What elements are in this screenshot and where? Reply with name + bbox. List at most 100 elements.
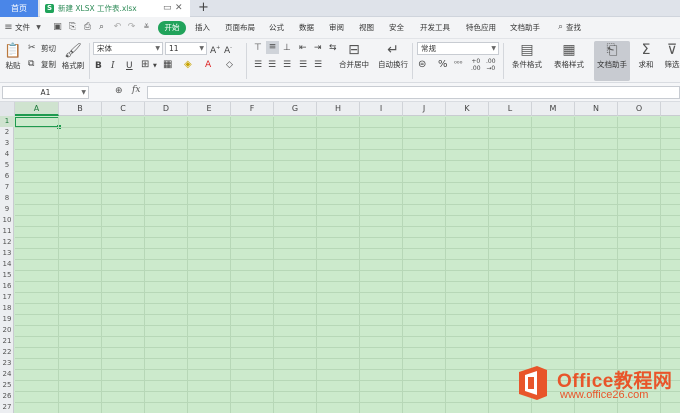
row-header-20[interactable]: 20: [0, 325, 14, 336]
percent-icon[interactable]: %: [438, 59, 448, 71]
borders-icon[interactable]: ⊞: [141, 59, 149, 71]
customize-quickbar-icon[interactable]: ≚: [141, 22, 152, 33]
increase-font-icon[interactable]: A+: [210, 42, 220, 57]
wrap-text-button[interactable]: ↵ 自动换行: [376, 41, 410, 70]
font-size-select[interactable]: 11 ▼: [165, 42, 207, 55]
search-label[interactable]: 查找: [566, 17, 581, 39]
menu-tab-doc-assistant[interactable]: 文档助手: [510, 17, 540, 39]
decrease-font-icon[interactable]: A-: [224, 42, 232, 57]
menu-tab-start[interactable]: 开始: [158, 21, 186, 35]
column-header-c[interactable]: C: [102, 102, 145, 116]
select-all-corner[interactable]: [0, 102, 15, 116]
copy-icon[interactable]: ⧉: [28, 58, 34, 70]
scissors-icon[interactable]: ✂: [28, 42, 36, 54]
row-header-26[interactable]: 26: [0, 391, 14, 402]
menu-tab-security[interactable]: 安全: [389, 17, 404, 39]
insert-function-icon[interactable]: fx: [132, 85, 140, 95]
print-icon[interactable]: ⎙: [82, 22, 93, 33]
save-icon[interactable]: ▣: [52, 22, 63, 33]
menu-tab-insert[interactable]: 插入: [195, 17, 210, 39]
column-header-f[interactable]: F: [231, 102, 274, 116]
merge-center-button[interactable]: ⊟ 合并居中: [335, 41, 373, 70]
decrease-indent-icon[interactable]: ⇤: [299, 42, 307, 54]
column-header-d[interactable]: D: [145, 102, 188, 116]
row-header-22[interactable]: 22: [0, 347, 14, 358]
menu-tab-special-apps[interactable]: 特色应用: [466, 17, 496, 39]
fill-color-icon[interactable]: ◈: [184, 59, 192, 71]
increase-decimal-icon[interactable]: +0.00: [471, 58, 481, 72]
print-preview-icon[interactable]: ⌕: [96, 22, 107, 33]
justify-icon[interactable]: ☰: [299, 59, 307, 71]
menu-tab-page-layout[interactable]: 页面布局: [225, 17, 255, 39]
row-header-15[interactable]: 15: [0, 270, 14, 281]
row-header-24[interactable]: 24: [0, 369, 14, 380]
row-header-17[interactable]: 17: [0, 292, 14, 303]
redo-icon[interactable]: ↷: [126, 22, 137, 33]
distributed-align-icon[interactable]: ☰: [314, 59, 322, 71]
copy-button[interactable]: 复制: [41, 59, 56, 70]
row-header-6[interactable]: 6: [0, 171, 14, 182]
row-header-27[interactable]: 27: [0, 402, 14, 413]
table-style-button[interactable]: ▦ 表格样式: [549, 41, 589, 70]
undo-icon[interactable]: ↶: [112, 22, 123, 33]
hamburger-menu-icon[interactable]: ≡: [3, 22, 14, 33]
column-header-n[interactable]: N: [575, 102, 618, 116]
row-header-4[interactable]: 4: [0, 149, 14, 160]
selected-cell[interactable]: [15, 117, 61, 129]
row-header-5[interactable]: 5: [0, 160, 14, 171]
thousands-separator-icon[interactable]: ⁰⁰⁰: [454, 58, 462, 70]
menu-tab-developer[interactable]: 开发工具: [420, 17, 450, 39]
row-header-19[interactable]: 19: [0, 314, 14, 325]
column-header-i[interactable]: I: [360, 102, 403, 116]
row-header-10[interactable]: 10: [0, 215, 14, 226]
column-header-m[interactable]: M: [532, 102, 575, 116]
align-middle-icon[interactable]: ≡: [266, 41, 279, 54]
menu-tab-review[interactable]: 审阅: [329, 17, 344, 39]
doc-assistant-button[interactable]: ⎗ 文档助手: [594, 41, 630, 70]
row-header-13[interactable]: 13: [0, 248, 14, 259]
column-header-j[interactable]: J: [403, 102, 446, 116]
format-painter-button[interactable]: 🖌 格式刷: [60, 42, 86, 71]
cut-button[interactable]: 剪切: [41, 43, 56, 54]
align-left-icon[interactable]: ☰: [254, 59, 262, 71]
menu-tab-view[interactable]: 视图: [359, 17, 374, 39]
column-header-a[interactable]: A: [15, 102, 59, 116]
column-header-h[interactable]: H: [317, 102, 360, 116]
row-header-23[interactable]: 23: [0, 358, 14, 369]
font-name-select[interactable]: 宋体 ▼: [93, 42, 163, 55]
column-header-l[interactable]: L: [489, 102, 532, 116]
menu-tab-data[interactable]: 数据: [299, 17, 314, 39]
align-top-icon[interactable]: ⊤: [254, 42, 262, 54]
column-header-e[interactable]: E: [188, 102, 231, 116]
file-menu[interactable]: 文件: [15, 17, 30, 39]
tab-home[interactable]: 首页: [0, 0, 38, 17]
tab-pin-icon[interactable]: ▭: [163, 0, 172, 17]
column-header-k[interactable]: K: [446, 102, 489, 116]
eraser-icon[interactable]: ◇: [226, 59, 233, 71]
row-header-25[interactable]: 25: [0, 380, 14, 391]
italic-icon[interactable]: I: [111, 60, 115, 72]
row-header-1[interactable]: 1: [0, 116, 14, 127]
align-bottom-icon[interactable]: ⊥: [283, 42, 291, 54]
align-center-icon[interactable]: ☰: [268, 59, 276, 71]
search-icon[interactable]: ⌕: [555, 22, 566, 33]
paste-button[interactable]: 📋 粘贴: [2, 42, 24, 71]
export-pdf-icon[interactable]: ⎘: [67, 22, 78, 33]
font-color-icon[interactable]: A: [205, 59, 211, 71]
chevron-down-icon[interactable]: ▼: [153, 60, 157, 72]
increase-indent-icon[interactable]: ⇥: [314, 42, 322, 54]
currency-icon[interactable]: ⊜: [418, 59, 426, 71]
new-tab-button[interactable]: +: [198, 0, 209, 16]
row-header-7[interactable]: 7: [0, 182, 14, 193]
column-header-g[interactable]: G: [274, 102, 317, 116]
row-header-2[interactable]: 2: [0, 127, 14, 138]
name-box[interactable]: A1 ▼: [2, 86, 89, 99]
sum-button[interactable]: Σ 求和: [634, 41, 658, 70]
decrease-decimal-icon[interactable]: .00 →0: [486, 58, 496, 72]
column-header-b[interactable]: B: [59, 102, 102, 116]
column-header-o[interactable]: O: [618, 102, 661, 116]
cell-style-icon[interactable]: ▦: [163, 59, 172, 71]
formula-input[interactable]: [147, 86, 680, 99]
conditional-format-button[interactable]: ▤ 条件格式: [507, 41, 547, 70]
row-header-11[interactable]: 11: [0, 226, 14, 237]
